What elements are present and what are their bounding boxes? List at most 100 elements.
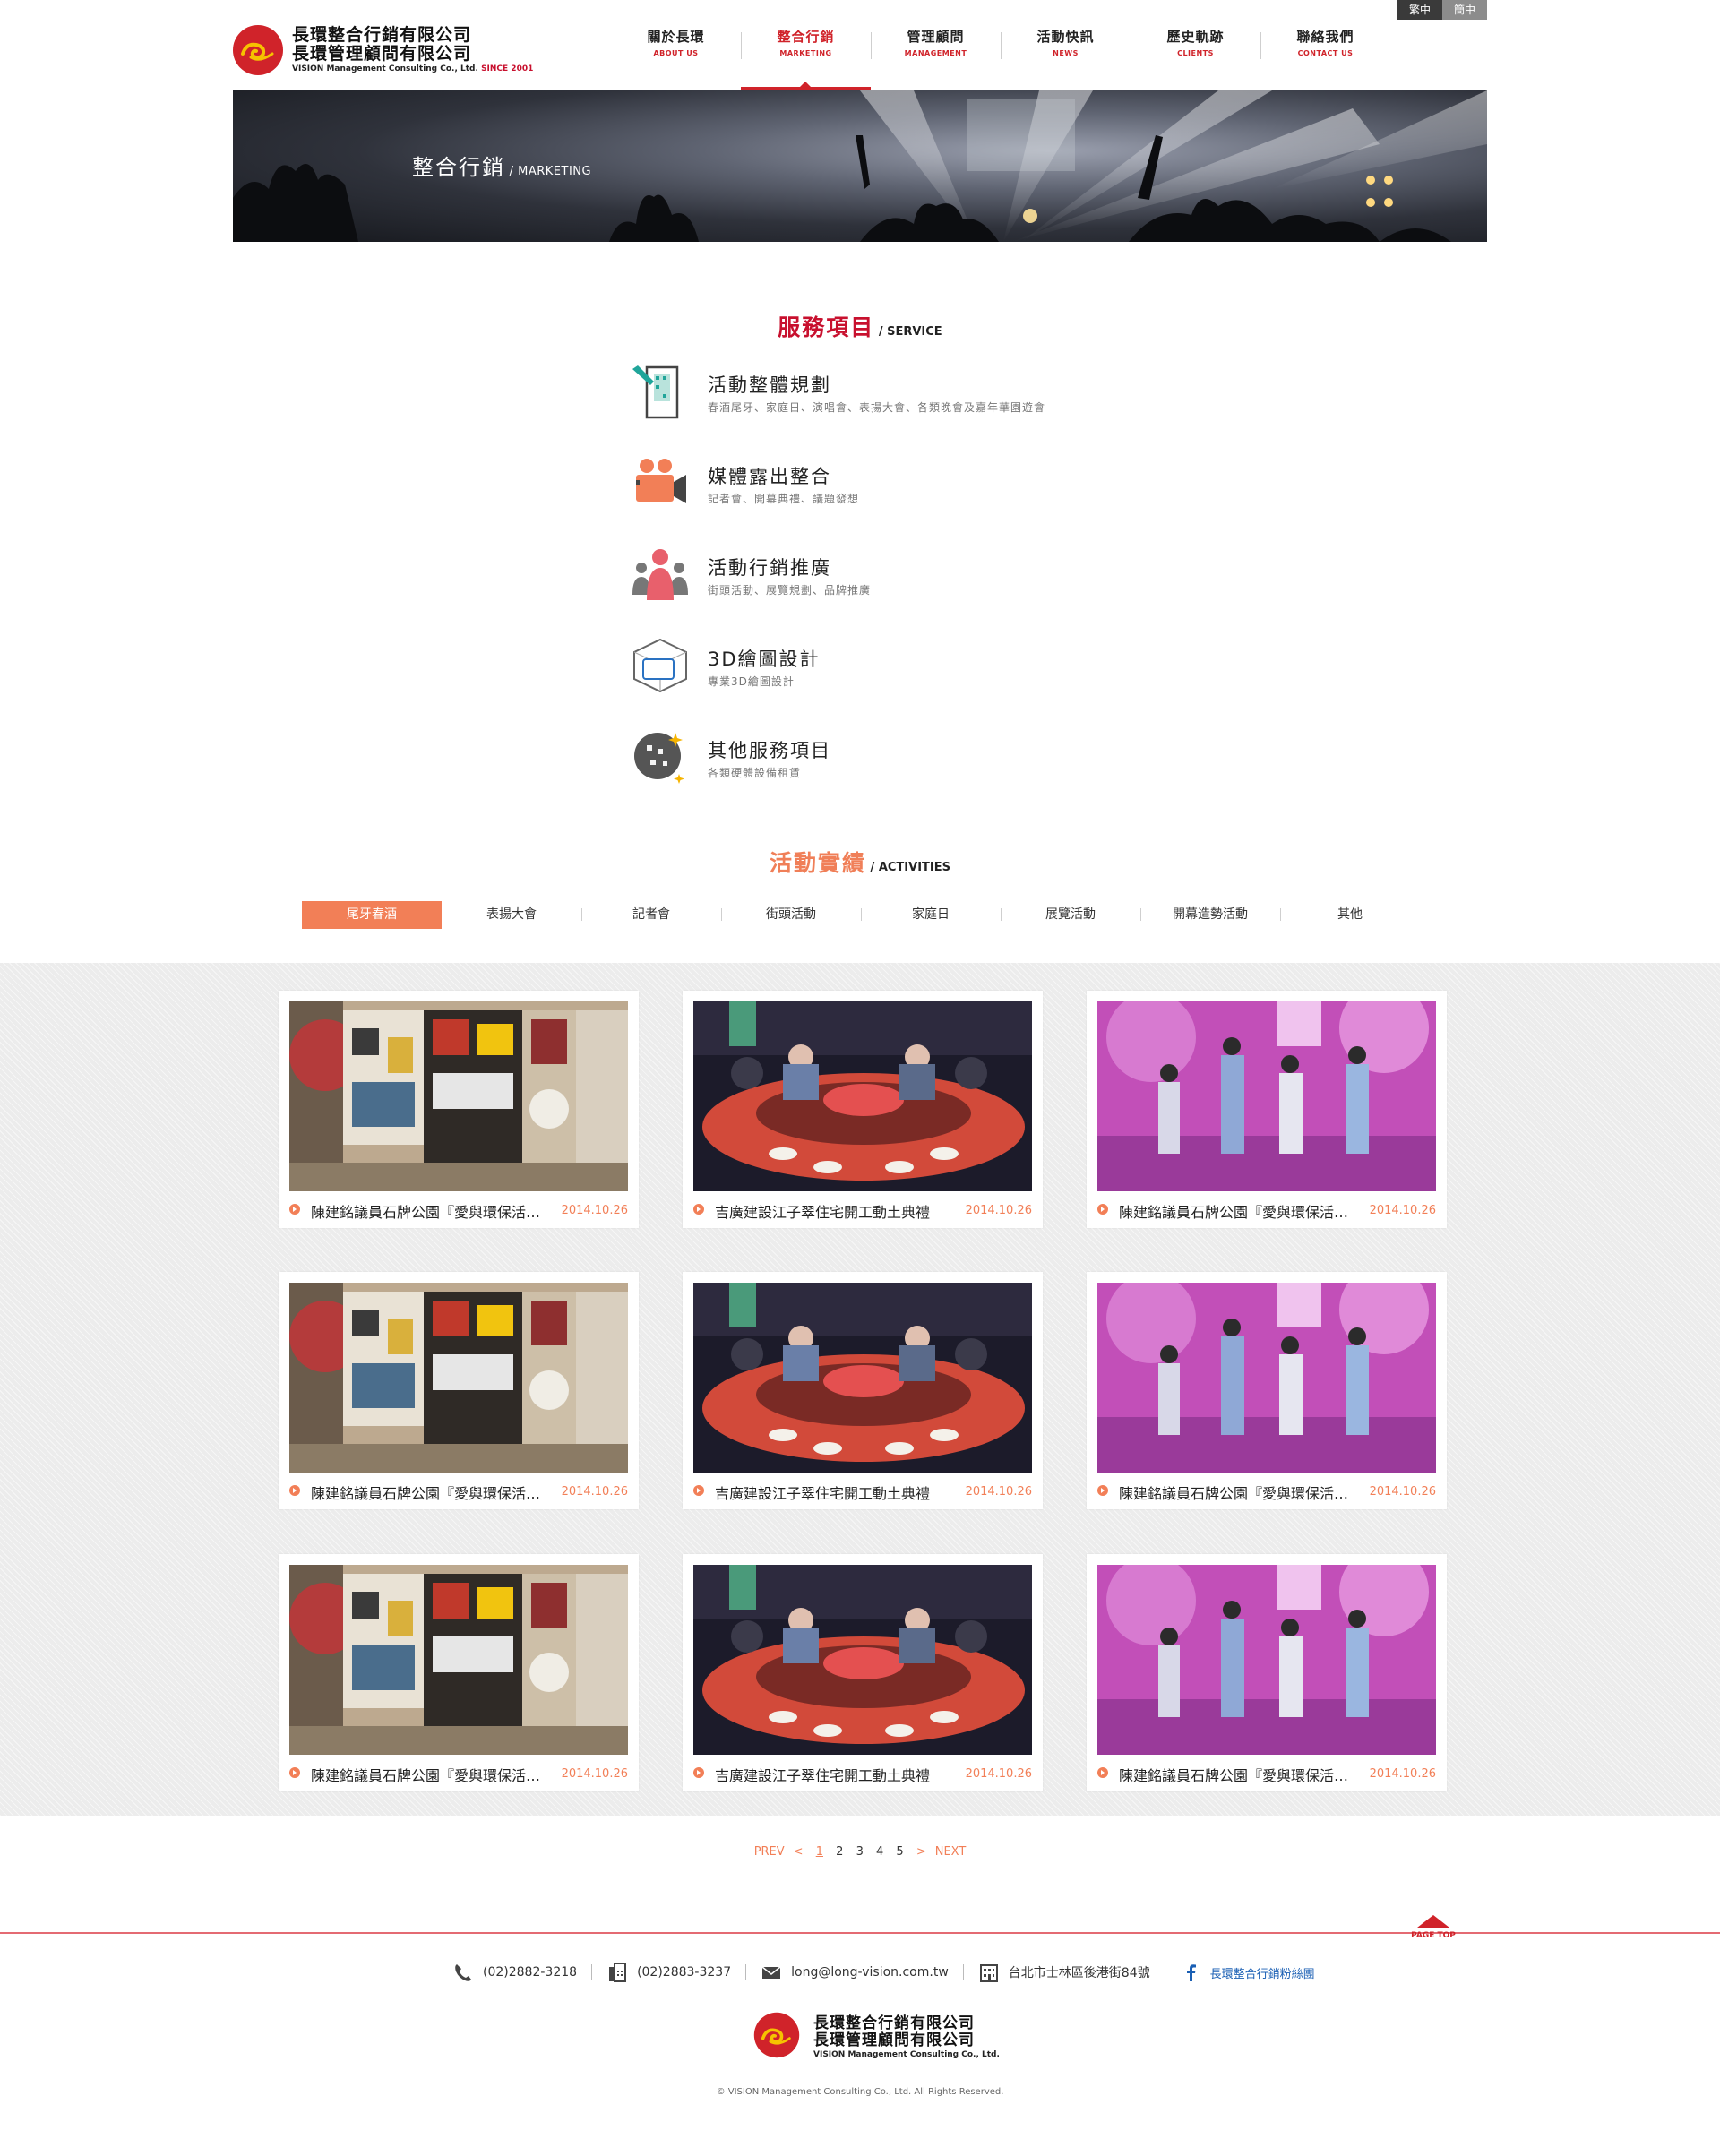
activity-photo[interactable]: [1097, 1283, 1436, 1473]
activity-photo[interactable]: [1097, 1565, 1436, 1755]
prev-arrow-icon[interactable]: <: [794, 1845, 804, 1859]
tab-year-end-party[interactable]: 尾牙春酒: [302, 901, 442, 929]
tab-family-day[interactable]: 家庭日: [861, 901, 1001, 929]
play-arrow-icon: [693, 1204, 704, 1215]
page-banner: 整合行銷 / MARKETING: [233, 90, 1487, 242]
nav-label-en: MARKETING: [779, 49, 832, 57]
nav-contact[interactable]: 聯絡我們 CONTACT US: [1260, 0, 1390, 90]
service-name: 媒體露出整合: [708, 466, 831, 487]
nav-label-en: ABOUT US: [653, 49, 699, 57]
nav-label-en: NEWS: [1053, 49, 1079, 57]
activity-photo[interactable]: [693, 1565, 1032, 1755]
tab-award-ceremony[interactable]: 表揚大會: [442, 901, 581, 929]
page-link-3[interactable]: 3: [856, 1845, 864, 1859]
footer-company-name-marketing: 長環整合行銷有限公司: [813, 2014, 975, 2033]
activity-photo[interactable]: [289, 1283, 628, 1473]
activity-photo[interactable]: [289, 1565, 628, 1755]
tab-other[interactable]: 其他: [1280, 901, 1420, 929]
play-arrow-icon: [289, 1767, 300, 1778]
service-name: 活動整體規劃: [708, 374, 831, 396]
prev-page-link[interactable]: PREV: [754, 1845, 785, 1859]
nav-marketing[interactable]: 整合行銷 MARKETING: [741, 0, 871, 90]
lang-simplified-button[interactable]: 簡中: [1442, 0, 1487, 20]
activity-title[interactable]: 陳建銘議員石牌公園『愛與環保活動』: [1119, 1200, 1356, 1222]
street-address: 台北市士林區後港街84號: [1008, 1966, 1150, 1980]
page-link-1[interactable]: 1: [816, 1845, 823, 1859]
activities-heading-en: / ACTIVITIES: [866, 861, 950, 874]
activity-photo[interactable]: [693, 1283, 1032, 1473]
service-name: 3D繪圖設計: [708, 649, 821, 670]
play-arrow-icon: [1097, 1767, 1108, 1778]
arrow-up-icon: [1417, 1915, 1449, 1928]
page-top-button[interactable]: PAGE TOP: [1408, 1915, 1458, 1940]
company-name-english: VISION Management Consulting Co., Ltd.: [292, 64, 478, 73]
activity-date: 2014.10.26: [965, 1767, 1032, 1781]
contact-bar: (02)2882-3218 (02)2883-3237 long@long-vi…: [452, 1962, 1315, 1983]
page-link-2[interactable]: 2: [836, 1845, 843, 1859]
activity-card[interactable]: 吉廣建設江子翠住宅開工動土典禮 2014.10.26: [683, 1554, 1043, 1791]
tab-opening-campaign[interactable]: 開幕造勢活動: [1140, 901, 1280, 929]
activity-photo[interactable]: [1097, 1001, 1436, 1191]
contact-divider: [962, 1964, 964, 1980]
activity-card[interactable]: 陳建銘議員石牌公園『愛與環保活動』 2014.10.26: [1087, 991, 1447, 1228]
company-logo[interactable]: 長環整合行銷有限公司 長環管理顧問有限公司 VISION Management …: [231, 23, 533, 77]
3d-cube-icon: [631, 636, 690, 695]
service-description: 各類硬體設備租賃: [708, 767, 802, 779]
activity-title[interactable]: 吉廣建設江子翠住宅開工動土典禮: [715, 1764, 952, 1785]
activity-card[interactable]: 陳建銘議員石牌公園『愛與環保活動』 2014.10.26: [279, 991, 639, 1228]
activity-card[interactable]: 陳建銘議員石牌公園『愛與環保活動』 2014.10.26: [279, 1272, 639, 1509]
contact-phone: (02)2882-3218: [452, 1962, 577, 1983]
play-arrow-icon: [693, 1767, 704, 1778]
footer-logo: 長環整合行銷有限公司 長環管理顧問有限公司 VISION Management …: [752, 2011, 1000, 2065]
services-heading-en: / SERVICE: [874, 325, 942, 339]
facebook-link[interactable]: 長環整合行銷粉絲團: [1180, 1962, 1315, 1983]
activity-title[interactable]: 陳建銘議員石牌公園『愛與環保活動』: [311, 1200, 548, 1222]
banner-title: 整合行銷 / MARKETING: [412, 150, 591, 181]
fax-number: (02)2883-3237: [637, 1965, 732, 1980]
next-arrow-icon[interactable]: >: [916, 1845, 926, 1859]
lang-traditional-button[interactable]: 繁中: [1398, 0, 1442, 20]
tab-press-conference[interactable]: 記者會: [581, 901, 721, 929]
services-heading-zh: 服務項目: [778, 314, 875, 340]
service-item: 活動行銷推廣 街頭活動、展覽規劃、品牌推廣: [631, 545, 1168, 636]
contact-email[interactable]: long@long-vision.com.tw: [761, 1962, 949, 1983]
contact-divider: [591, 1964, 593, 1980]
activity-card[interactable]: 吉廣建設江子翠住宅開工動土典禮 2014.10.26: [683, 1272, 1043, 1509]
language-switcher: 繁中 簡中: [1398, 0, 1487, 20]
activity-tabs: 尾牙春酒 表揚大會 記者會 街頭活動 家庭日 展覽活動 開幕造勢活動 其他: [302, 901, 1420, 929]
activity-card[interactable]: 陳建銘議員石牌公園『愛與環保活動』 2014.10.26: [1087, 1554, 1447, 1791]
activity-title[interactable]: 陳建銘議員石牌公園『愛與環保活動』: [1119, 1482, 1356, 1503]
activity-title[interactable]: 陳建銘議員石牌公園『愛與環保活動』: [311, 1764, 548, 1785]
service-item: 3D繪圖設計 專業3D繪圖設計: [631, 636, 1168, 727]
nav-about[interactable]: 關於長環 ABOUT US: [611, 0, 741, 90]
activity-title[interactable]: 吉廣建設江子翠住宅開工動土典禮: [715, 1200, 952, 1222]
play-arrow-icon: [1097, 1485, 1108, 1496]
tab-exhibition[interactable]: 展覽活動: [1001, 901, 1140, 929]
play-arrow-icon: [289, 1204, 300, 1215]
activity-card[interactable]: 吉廣建設江子翠住宅開工動土典禮 2014.10.26: [683, 991, 1043, 1228]
activity-title[interactable]: 陳建銘議員石牌公園『愛與環保活動』: [311, 1482, 548, 1503]
nav-news[interactable]: 活動快訊 NEWS: [1001, 0, 1131, 90]
nav-management[interactable]: 管理顧問 MANAGEMENT: [871, 0, 1001, 90]
activity-title[interactable]: 陳建銘議員石牌公園『愛與環保活動』: [1119, 1764, 1356, 1785]
nav-label: 整合行銷: [777, 29, 835, 45]
activity-date: 2014.10.26: [561, 1485, 628, 1499]
active-caret-icon: [800, 82, 811, 87]
nav-label: 管理顧問: [907, 29, 965, 45]
company-name-management: 長環管理顧問有限公司: [292, 44, 472, 64]
service-item: 其他服務項目 各類硬體設備租賃: [631, 727, 1168, 819]
page-top-label: PAGE TOP: [1411, 1931, 1456, 1940]
logo-emblem-icon: [231, 23, 285, 77]
tab-street-event[interactable]: 街頭活動: [721, 901, 861, 929]
activity-card[interactable]: 陳建銘議員石牌公園『愛與環保活動』 2014.10.26: [1087, 1272, 1447, 1509]
nav-label: 關於長環: [647, 29, 705, 45]
nav-label: 歷史軌跡: [1166, 29, 1225, 45]
activity-photo[interactable]: [693, 1001, 1032, 1191]
next-page-link[interactable]: NEXT: [935, 1845, 967, 1859]
nav-clients[interactable]: 歷史軌跡 CLIENTS: [1131, 0, 1260, 90]
activity-photo[interactable]: [289, 1001, 628, 1191]
activity-card[interactable]: 陳建銘議員石牌公園『愛與環保活動』 2014.10.26: [279, 1554, 639, 1791]
activity-title[interactable]: 吉廣建設江子翠住宅開工動土典禮: [715, 1482, 952, 1503]
page-link-4[interactable]: 4: [876, 1845, 883, 1859]
page-link-5[interactable]: 5: [896, 1845, 903, 1859]
